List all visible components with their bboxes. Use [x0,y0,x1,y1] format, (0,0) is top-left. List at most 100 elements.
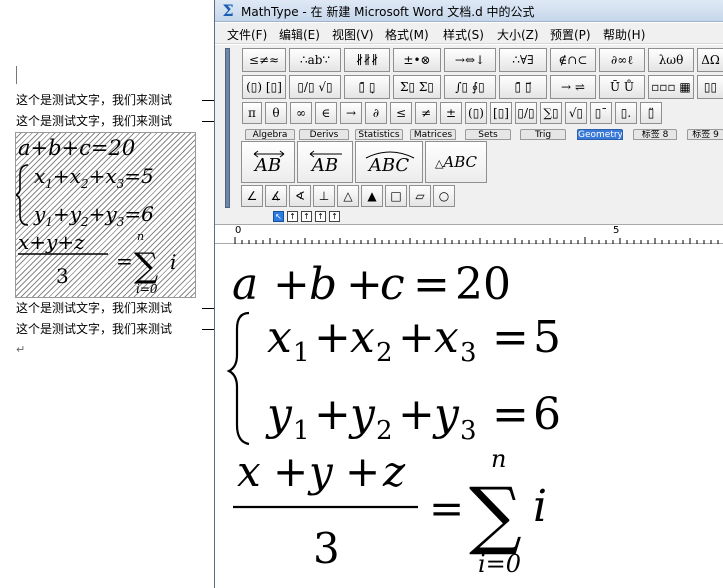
subscript-button[interactable]: ▯. [615,102,637,124]
fractions-radicals-palette-button[interactable]: ▯/▯ √▯ [289,75,341,99]
embedded-equation-object[interactable]: a+b+c=20 x1+x2+x3=5 y1+y2+y3=6 x+y+z 3 =… [15,132,196,298]
summations-palette-button[interactable]: Σ▯ Σ▯ [393,75,441,99]
triangle-label-button[interactable]: △ABC [425,141,487,183]
superscript-button[interactable]: ▯ˉ [590,102,612,124]
tab-matrices[interactable]: Matrices [410,129,456,140]
tab-label-8[interactable]: 标签 8 [633,129,677,140]
right-arrow-button[interactable]: → [340,102,362,124]
tab-stop-right-button[interactable]: ↑ [301,211,312,222]
measured-angle-icon[interactable]: ∡ [265,185,287,207]
matrices-palette-button[interactable]: ▫▫▫ ▦ [648,75,694,99]
greek-lower-palette-button[interactable]: λωθ [648,48,694,72]
theta-button[interactable]: θ [265,102,287,124]
geometry-label: ABC [443,153,478,171]
menu-edit[interactable]: 编辑(E) [279,26,320,43]
parallelogram-icon[interactable]: ▱ [409,185,431,207]
eq-sum-upper: n [491,445,506,473]
spherical-angle-icon[interactable]: ∢ [289,185,311,207]
ruler-ticks [234,237,719,244]
eq-small-denominator: 3 [56,264,69,288]
equation-editor-area[interactable]: a + b + c = 20 x 1 + x 2 + x 3 = 5 y 1 +… [215,245,723,588]
products-palette-button[interactable]: Ū̇ Ů [599,75,645,99]
partial-button[interactable]: ∂ [365,102,387,124]
menu-style[interactable]: 样式(S) [443,26,484,43]
circle-icon[interactable]: ○ [433,185,455,207]
labeled-arrows-palette-button[interactable]: → ⇌ [550,75,596,99]
relations-palette-button[interactable]: ≤≠≈ [242,48,286,72]
dot-accent-button[interactable]: ▯̈ [640,102,662,124]
embellishments-palette-button[interactable]: ∦∦∦ [344,48,390,72]
tab-sets[interactable]: Sets [465,129,511,140]
radical-button[interactable]: √▯ [565,102,587,124]
doc-text-line[interactable]: 这个是测试文字，我们来测试 [16,93,215,107]
bars-palette-button[interactable]: ▯̄ ▯⃗ [499,75,547,99]
subscripts-palette-button[interactable]: ▯̄ ▯̣ [344,75,390,99]
doc-text-line[interactable]: 这个是测试文字，我们来测试 [16,322,215,336]
eq-equals: = [429,484,464,533]
plus-minus-button[interactable]: ± [440,102,462,124]
menu-help[interactable]: 帮助(H) [603,26,645,43]
eq-small-equals: = [116,249,133,273]
tab-stop-center-button[interactable]: ↑ [287,211,298,222]
logic-palette-button[interactable]: ∴∀∃ [499,48,547,72]
line-segment-overline-button[interactable]: AB [297,141,353,183]
parentheses-button[interactable]: (▯) [465,102,487,124]
toolbar-grip[interactable] [225,48,230,208]
fences-palette-button[interactable]: (▯) [▯] [242,75,286,99]
tab-label-9[interactable]: 标签 9 [687,129,723,140]
eq-small-line2: x1+x2+x3=5 [34,164,154,191]
brackets-button[interactable]: [▯] [490,102,512,124]
perpendicular-icon[interactable]: ⊥ [313,185,335,207]
angle-icon[interactable]: ∠ [241,185,263,207]
title-bar[interactable]: Σ MathType - 在 新建 Microsoft Word 文档.d 中的… [215,0,723,22]
eq-sum-body: i [533,481,547,532]
arrows-palette-button[interactable]: →⇔↓ [444,48,496,72]
tab-statistics[interactable]: Statistics [355,129,403,140]
tab-derivs[interactable]: Derivs [299,129,349,140]
arc-button[interactable]: ABC [355,141,423,183]
menu-bar: 文件(F) 编辑(E) 视图(V) 格式(M) 样式(S) 大小(Z) 预置(P… [215,23,723,44]
spaces-palette-button[interactable]: ∴ab∵ [289,48,341,72]
doc-text-line[interactable]: 这个是测试文字，我们来测试 [16,114,215,128]
word-document: 这个是测试文字，我们来测试 这个是测试文字，我们来测试 a+b+c=20 x1+… [0,0,215,588]
boxes-palette-button[interactable]: ▯▯ [697,75,723,99]
menu-file[interactable]: 文件(F) [227,26,267,43]
mathtype-app-icon[interactable]: Σ [220,2,236,19]
sum-button[interactable]: ∑▯ [540,102,562,124]
line-segment-vector-button[interactable]: AB [241,141,295,183]
arc-overbar-icon [365,151,415,159]
misc-symbols-palette-button[interactable]: ∂∞ℓ [599,48,645,72]
triangle-filled-icon[interactable]: ▲ [361,185,383,207]
eq-small-sum-lower: i=0 [136,282,158,296]
equation-render: a + b + c = 20 x 1 + x 2 + x 3 = 5 y 1 +… [226,259,561,578]
square-icon[interactable]: □ [385,185,407,207]
tab-trig[interactable]: Trig [520,129,566,140]
eq-sum-lower: i=0 [478,550,521,578]
tab-geometry[interactable]: Geometry [577,129,623,140]
set-theory-palette-button[interactable]: ∉∩⊂ [550,48,596,72]
tab-stop-decimal-button[interactable]: ↑ [329,211,340,222]
not-equal-button[interactable]: ≠ [415,102,437,124]
menu-view[interactable]: 视图(V) [332,26,374,43]
ruler-tick-group [234,237,719,244]
tab-algebra[interactable]: Algebra [245,129,295,140]
doc-text-line[interactable]: 这个是测试文字，我们来测试 [16,301,215,315]
tab-stop-left-button[interactable]: ↖ [273,211,284,222]
menu-format[interactable]: 格式(M) [385,26,429,43]
eq-small-sum: ∑ [134,246,158,286]
element-of-button[interactable]: ∈ [315,102,337,124]
menu-size[interactable]: 大小(Z) [497,26,539,43]
operators-palette-button[interactable]: ±•⊗ [393,48,441,72]
eq-small-numerator: x+y+z [18,230,85,254]
ruler[interactable]: 0 5 [215,224,723,244]
greek-upper-palette-button[interactable]: ΔΩ [697,48,723,72]
tab-stop-relation-button[interactable]: ↑ [315,211,326,222]
menu-preferences[interactable]: 预置(P) [550,26,591,43]
triangle-outline-icon[interactable]: △ [337,185,359,207]
fraction-button[interactable]: ▯/▯ [515,102,537,124]
eq-small-line1: a+b+c=20 [18,136,135,160]
infinity-button[interactable]: ∞ [290,102,312,124]
less-equal-button[interactable]: ≤ [390,102,412,124]
integrals-palette-button[interactable]: ∫▯ ∮▯ [444,75,496,99]
pi-button[interactable]: π [242,102,262,124]
